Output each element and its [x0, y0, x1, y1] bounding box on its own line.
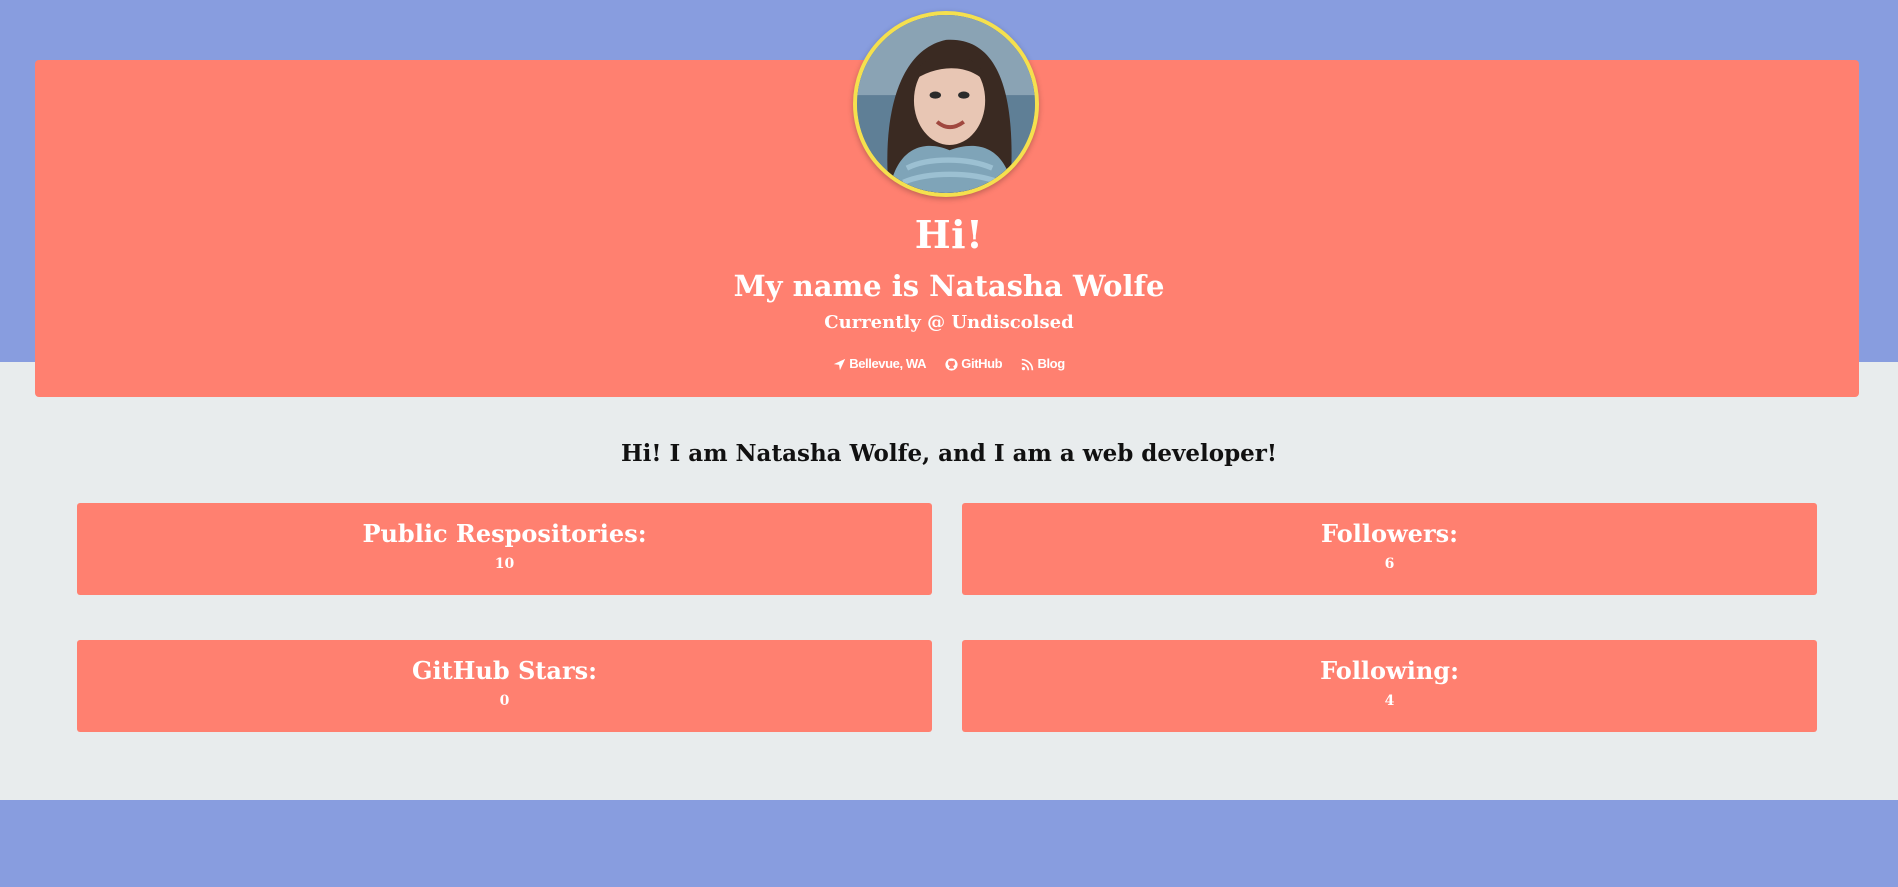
greeting-heading: Hi!	[914, 212, 984, 257]
location-arrow-icon	[833, 358, 846, 371]
location-label: Bellevue, WA	[849, 356, 927, 371]
stat-card-followers: Followers: 6	[962, 503, 1817, 595]
stat-value: 10	[494, 556, 515, 572]
avatar-photo	[857, 15, 1035, 193]
blog-link[interactable]: Blog	[1021, 354, 1065, 374]
github-link[interactable]: GitHub	[945, 354, 1003, 374]
stat-label: Public Respositories:	[362, 519, 647, 548]
stat-label: GitHub Stars:	[412, 656, 597, 685]
page: Hi! My name is Natasha Wolfe Currently @…	[0, 0, 1898, 887]
stat-value: 0	[499, 693, 510, 709]
profile-avatar	[853, 11, 1039, 197]
bottom-background-band	[0, 800, 1898, 887]
stat-card-github-stars: GitHub Stars: 0	[77, 640, 932, 732]
stat-card-following: Following: 4	[962, 640, 1817, 732]
name-heading: My name is Natasha Wolfe	[733, 269, 1165, 303]
stat-label: Followers:	[1321, 519, 1458, 548]
stat-value: 6	[1384, 556, 1395, 572]
stat-label: Following:	[1320, 656, 1459, 685]
stat-card-public-repositories: Public Respositories: 10	[77, 503, 932, 595]
location-link[interactable]: Bellevue, WA	[833, 354, 926, 374]
github-label: GitHub	[961, 356, 1003, 371]
github-icon	[945, 357, 958, 371]
profile-links: Bellevue, WA GitHub Blog	[0, 354, 1898, 377]
current-employer-heading: Currently @ Undiscolsed	[824, 312, 1074, 333]
blog-label: Blog	[1037, 356, 1065, 371]
intro-text: Hi! I am Natasha Wolfe, and I am a web d…	[620, 440, 1278, 467]
rss-icon	[1021, 358, 1034, 371]
stat-value: 4	[1384, 693, 1395, 709]
